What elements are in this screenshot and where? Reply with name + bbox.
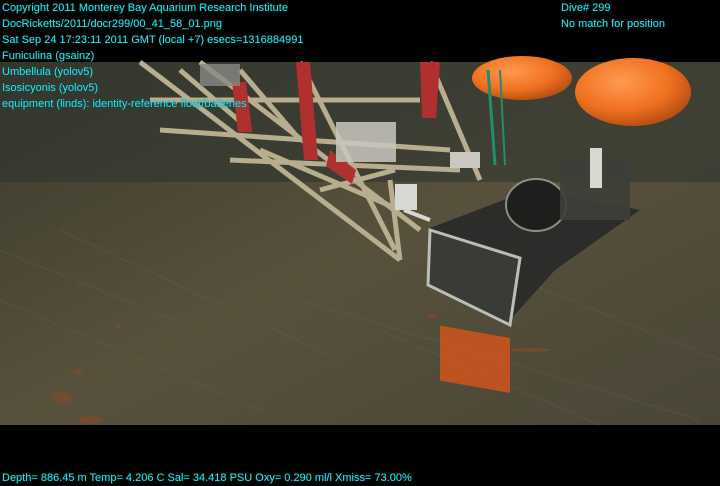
rack-panel [336,122,396,162]
file-path-line: DocRicketts/2011/docr299/00_41_58_01.png [2,18,222,30]
position-status: No match for position [561,18,665,30]
annotation-isosicyonis: Isosicyonis (yolov5) [2,82,98,94]
annotation-equipment: equipment (linds): identity-reference fl… [2,98,247,110]
sensor-readout: Depth= 886.45 m Temp= 4.206 C Sal= 34.41… [2,472,412,484]
float-right [575,58,691,126]
timestamp-line: Sat Sep 24 17:23:11 2011 GMT (local +7) … [2,34,304,46]
top-left-overlay: Copyright 2011 Monterey Bay Aquarium Res… [2,0,304,112]
copyright-line: Copyright 2011 Monterey Bay Aquarium Res… [2,2,288,14]
float-left [472,56,572,100]
annotation-umbellula: Umbellula (yolov5) [2,66,94,78]
top-right-overlay: Dive# 299 No match for position [561,0,665,32]
annotation-funiculina: Funiculina (gsainz) [2,50,95,62]
dive-number: Dive# 299 [561,2,611,14]
